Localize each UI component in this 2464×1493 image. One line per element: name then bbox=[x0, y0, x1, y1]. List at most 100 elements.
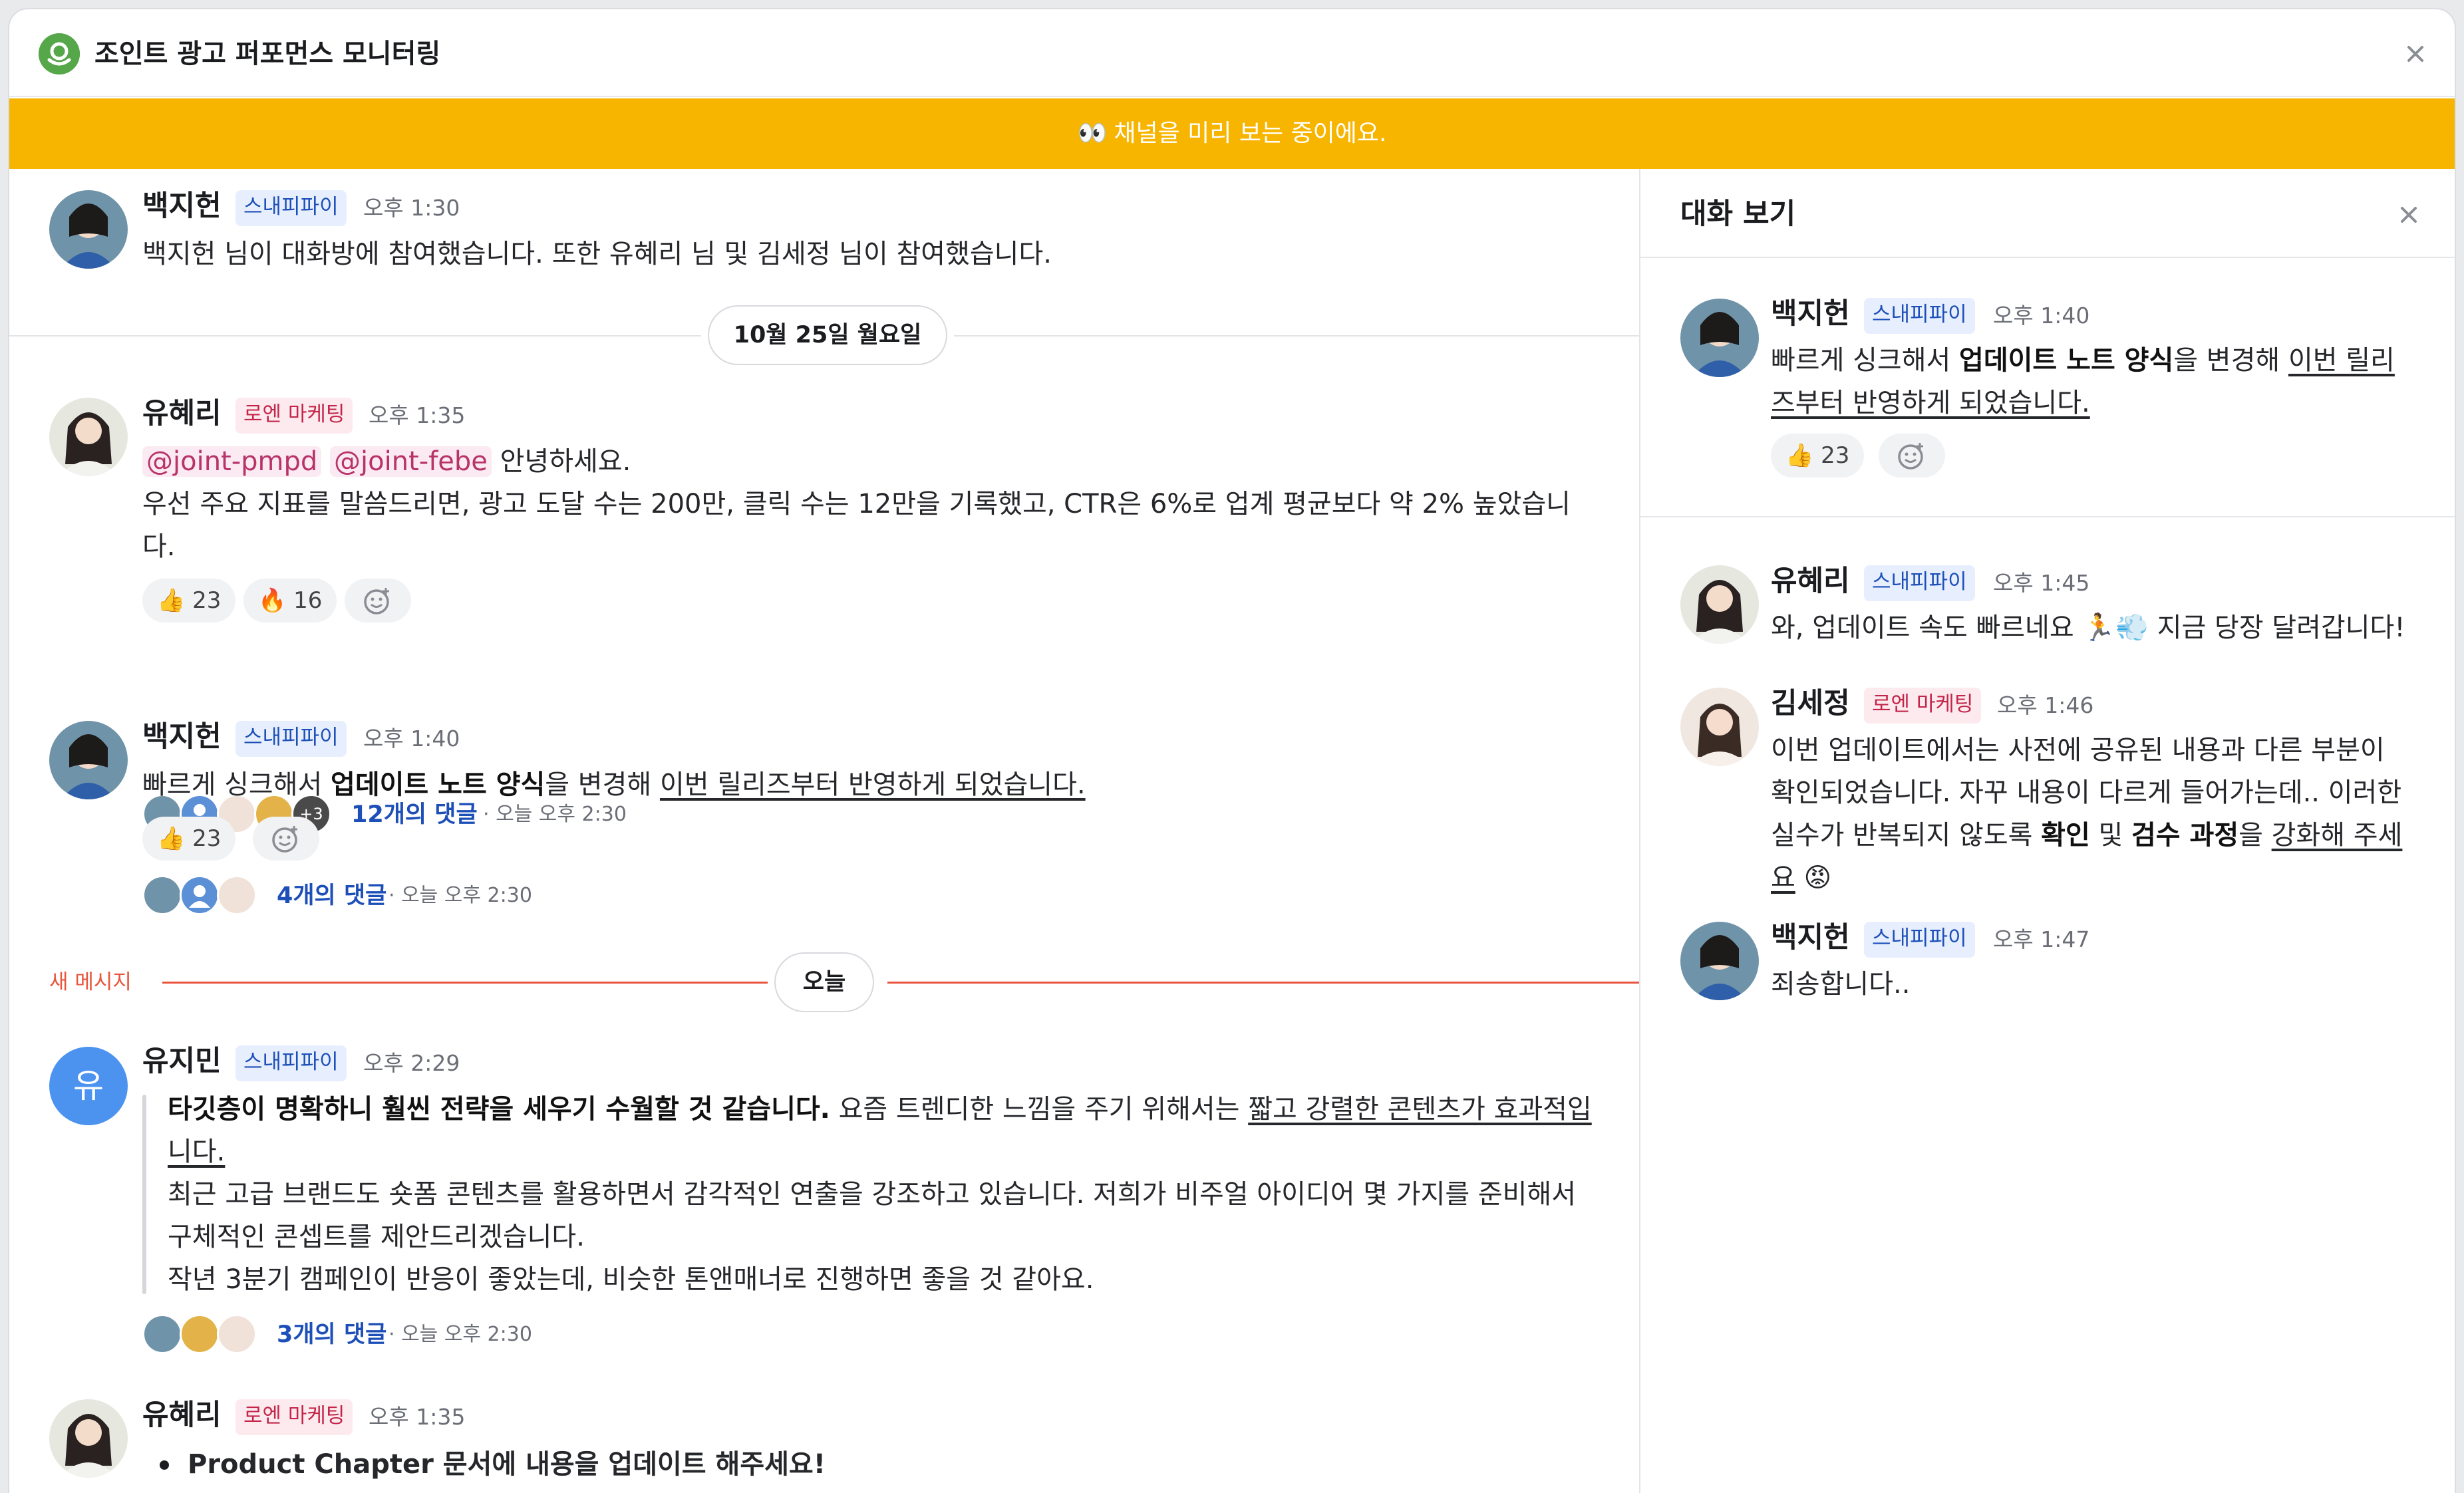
avatar[interactable] bbox=[1680, 688, 1759, 766]
org-tag: 스내피파이 bbox=[235, 1045, 347, 1081]
fire-icon: 🔥 bbox=[258, 587, 287, 614]
new-messages-line bbox=[887, 982, 1639, 984]
divider-line bbox=[954, 335, 1639, 337]
greeting-text: 안녕하세요. bbox=[500, 446, 631, 477]
message-text: 백지헌 님이 대화방에 참여했습니다. 또한 유혜리 님 및 김세정 님이 참여… bbox=[142, 239, 1052, 269]
add-reaction-button[interactable] bbox=[253, 817, 319, 861]
divider-line bbox=[9, 335, 701, 337]
message-time: 오후 1:45 bbox=[1993, 570, 2090, 596]
thumbs-up-icon: 👍 bbox=[1785, 442, 1814, 469]
banner-text: 채널을 미리 보는 중이에요. bbox=[1114, 120, 1387, 147]
thread-meta: · 오늘 오후 2:30 bbox=[388, 884, 532, 907]
reaction-thumbs-up[interactable]: 👍 23 bbox=[142, 579, 236, 622]
author-name[interactable]: 백지헌 bbox=[142, 720, 222, 754]
participant-avatar bbox=[217, 875, 257, 915]
avatar[interactable] bbox=[49, 190, 128, 269]
avatar[interactable] bbox=[1680, 565, 1759, 644]
author-name[interactable]: 백지헌 bbox=[1771, 297, 1850, 331]
thread-summary[interactable]: 3개의 댓글 · 오늘 오후 2:30 bbox=[142, 1314, 741, 1357]
org-tag: 스내피파이 bbox=[1864, 298, 1975, 334]
message-line: 구체적인 콘셉트를 제안드리겠습니다. bbox=[168, 1222, 585, 1252]
new-messages-label: 새 메시지 bbox=[49, 970, 132, 994]
org-tag: 로엔 마케팅 bbox=[235, 1399, 353, 1435]
underlined-text: 짧고 강렬한 콘텐츠가 효과적입 bbox=[1248, 1094, 1592, 1125]
avatar[interactable] bbox=[1680, 922, 1759, 1000]
underlined-text: 강화해 주세 bbox=[2271, 820, 2403, 851]
date-divider[interactable]: 10월 25일 월요일 bbox=[708, 305, 947, 365]
participant-avatar bbox=[180, 1314, 220, 1354]
message-feed[interactable]: 백지헌 스내피파이 오후 1:30 백지헌 님이 대화방에 참여했습니다. 또한… bbox=[9, 169, 1639, 1493]
add-emoji-icon bbox=[1898, 443, 1923, 470]
thumbs-up-icon: 👍 bbox=[157, 587, 186, 614]
bullet-text: Product Chapter 문서에 내용을 업데이트 해주세요! bbox=[188, 1449, 826, 1480]
close-window-button[interactable] bbox=[2399, 37, 2432, 70]
window-title: 조인트 광고 퍼포먼스 모니터링 bbox=[94, 39, 441, 69]
thread-link[interactable]: 3개의 댓글 bbox=[277, 1314, 386, 1355]
add-reaction-button[interactable] bbox=[1879, 434, 1945, 477]
message-text: @joint-pmpd @joint-febe 안녕하세요. 우선 주요 지표를… bbox=[142, 440, 1606, 568]
thread-link[interactable]: 4개의 댓글 bbox=[277, 875, 386, 916]
bold-text: 확인 bbox=[2041, 820, 2090, 851]
new-messages-line bbox=[162, 982, 768, 984]
author-name[interactable]: 유지민 bbox=[142, 1044, 222, 1079]
angry-face-icon: 😡 bbox=[1803, 863, 1832, 893]
participant-avatar bbox=[217, 1314, 257, 1354]
text-span: 을 변경해 bbox=[2173, 345, 2288, 376]
panel-divider bbox=[1640, 516, 2455, 517]
participant-avatar bbox=[180, 875, 220, 915]
close-icon bbox=[2407, 46, 2423, 62]
underlined-text: 이번 릴리 bbox=[2288, 345, 2395, 376]
user-icon bbox=[189, 885, 210, 908]
avatar[interactable] bbox=[49, 398, 128, 476]
add-reaction-button[interactable] bbox=[345, 579, 411, 622]
bullet-point bbox=[160, 1460, 169, 1470]
participant-avatar bbox=[142, 875, 182, 915]
message-time: 오후 1:40 bbox=[363, 726, 460, 751]
bold-text: 타깃층이 명확하니 훨씬 전략을 세우기 수월할 것 같습니다. bbox=[168, 1094, 830, 1125]
author-name[interactable]: 유혜리 bbox=[1771, 564, 1850, 599]
avatar[interactable] bbox=[49, 1399, 128, 1478]
today-divider[interactable]: 오늘 bbox=[774, 952, 874, 1012]
message-line: 이번 업데이트에서는 사전에 공유된 내용과 다른 부분이 bbox=[1771, 735, 2385, 765]
org-tag: 로엔 마케팅 bbox=[1864, 688, 1982, 724]
text-span: 요즘 트렌디한 느낌을 주기 위해서는 bbox=[830, 1094, 1249, 1125]
participant-avatar bbox=[142, 1314, 182, 1354]
text-span: 을 변경해 bbox=[545, 769, 660, 800]
author-name[interactable]: 유혜리 bbox=[142, 1398, 222, 1432]
message-line: 확인되었습니다. 자꾸 내용이 다르게 들어가는데.. 이러한 bbox=[1771, 777, 2402, 808]
thread-panel: 대화 보기 백지헌 스내피파이 오후 1:40 빠르게 싱크해서 업데이트 노트… bbox=[1639, 169, 2455, 1493]
avatar[interactable]: 유 bbox=[49, 1047, 128, 1125]
eyes-icon: 👀 bbox=[1077, 120, 1108, 147]
quoted-text: 타깃층이 명확하니 훨씬 전략을 세우기 수월할 것 같습니다. 요즘 트렌디한… bbox=[168, 1088, 1618, 1301]
app-window: 조인트 광고 퍼포먼스 모니터링 👀 채널을 미리 보는 중이에요. 백지헌 스내… bbox=[9, 9, 2455, 1493]
message-time: 오후 2:29 bbox=[363, 1050, 460, 1076]
thread-summary[interactable]: 4개의 댓글 · 오늘 오후 2:30 bbox=[142, 875, 741, 918]
author-name[interactable]: 백지헌 bbox=[142, 189, 222, 223]
mention[interactable]: @joint-febe bbox=[330, 446, 492, 477]
message-time: 오후 1:35 bbox=[369, 1404, 466, 1430]
close-panel-button[interactable] bbox=[2392, 198, 2425, 231]
author-name[interactable]: 유혜리 bbox=[142, 396, 222, 431]
bold-text: 업데이트 노트 양식 bbox=[1959, 345, 2174, 376]
author-name[interactable]: 백지헌 bbox=[1771, 920, 1850, 955]
avatar[interactable] bbox=[49, 721, 128, 799]
org-tag: 스내피파이 bbox=[1864, 565, 1975, 601]
reaction-thumbs-up[interactable]: 👍 23 bbox=[142, 817, 236, 861]
message-text: 이번 업데이트에서는 사전에 공유된 내용과 다른 부분이 확인되었습니다. 자… bbox=[1771, 729, 2436, 899]
reaction-fire[interactable]: 🔥 16 bbox=[243, 579, 337, 622]
reaction-count: 23 bbox=[192, 587, 222, 614]
author-name[interactable]: 김세정 bbox=[1771, 686, 1850, 721]
avatar[interactable] bbox=[1680, 299, 1759, 377]
text-span: 실수가 반복되지 않도록 bbox=[1771, 820, 2042, 851]
reaction-thumbs-up[interactable]: 👍 23 bbox=[1771, 434, 1865, 477]
message-time: 오후 1:46 bbox=[1997, 692, 2094, 718]
underlined-text: 즈부터 반영하게 되었습니다. bbox=[1771, 388, 2090, 418]
message-text: 와, 업데이트 속도 빠르네요 🏃💨 지금 당장 달려갑니다! bbox=[1771, 607, 2405, 649]
message-time: 오후 1:47 bbox=[1993, 926, 2090, 952]
quote-bar bbox=[142, 1095, 146, 1294]
panel-title: 대화 보기 bbox=[1680, 198, 1796, 231]
text-span: 빠르게 싱크해서 bbox=[142, 769, 331, 800]
text-span: 을 bbox=[2238, 820, 2272, 851]
mention[interactable]: @joint-pmpd bbox=[142, 446, 322, 477]
bold-text: 업데이트 노트 양식 bbox=[331, 769, 545, 800]
